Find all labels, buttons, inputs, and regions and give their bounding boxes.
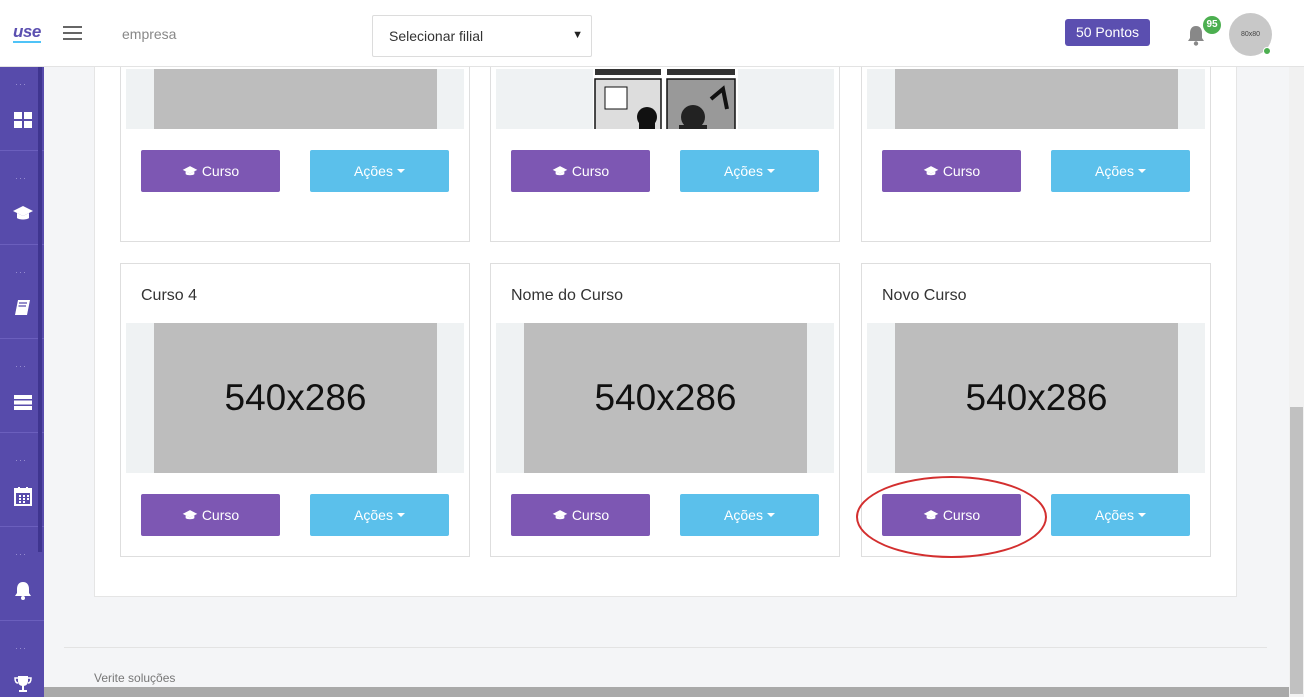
course-button-label: Curso bbox=[571, 507, 610, 523]
app-logo[interactable]: use bbox=[13, 22, 41, 43]
course-button-label: Curso bbox=[201, 507, 240, 523]
sidebar-separator-dots: ··· bbox=[15, 79, 27, 89]
sidebar-scrollbar[interactable] bbox=[38, 67, 42, 552]
company-name: empresa bbox=[122, 26, 177, 42]
dashboard-icon[interactable] bbox=[12, 109, 34, 131]
course-title: Nome do Curso bbox=[511, 287, 624, 304]
graduation-cap-icon bbox=[923, 496, 939, 538]
actions-dropdown-button[interactable]: Ações bbox=[1051, 494, 1190, 536]
course-image: 540x286 bbox=[126, 323, 464, 473]
course-card: Nome do Curso 540x286 Curso Ações bbox=[490, 263, 840, 557]
book-icon[interactable] bbox=[12, 297, 34, 319]
branch-select-value: Selecionar filial bbox=[389, 28, 484, 44]
caret-down-icon bbox=[396, 513, 405, 517]
actions-dropdown-button[interactable]: Ações bbox=[680, 494, 819, 536]
footer-text: Verite soluções bbox=[94, 671, 176, 685]
bell-icon[interactable] bbox=[12, 579, 34, 601]
course-title: Curso 4 bbox=[141, 287, 198, 304]
course-button[interactable]: Curso bbox=[511, 494, 650, 536]
graduation-cap-icon bbox=[182, 496, 198, 538]
actions-button-label: Ações bbox=[354, 507, 393, 523]
caret-down-icon bbox=[766, 169, 775, 173]
sidebar-divider bbox=[0, 620, 44, 621]
course-card: Novo Curso 540x286 Curso Ações bbox=[861, 263, 1211, 557]
sidebar-separator-dots: ··· bbox=[15, 173, 27, 183]
logo-text: use bbox=[13, 22, 41, 43]
actions-dropdown-button[interactable]: Ações bbox=[680, 150, 819, 192]
chevron-down-icon: ▼ bbox=[572, 29, 583, 41]
course-image: 540x286 bbox=[496, 323, 834, 473]
horizontal-scrollbar[interactable] bbox=[44, 687, 1289, 697]
course-button[interactable]: Curso bbox=[141, 494, 280, 536]
graduation-cap-icon bbox=[552, 496, 568, 538]
sidebar-separator-dots: ··· bbox=[15, 643, 27, 653]
sidebar-separator-dots: ··· bbox=[15, 455, 27, 465]
course-card: Curso 4 540x286 Curso Ações bbox=[120, 263, 470, 557]
course-image bbox=[496, 69, 834, 129]
comic-image bbox=[593, 69, 738, 129]
course-button-label: Curso bbox=[571, 163, 610, 179]
sidebar-separator-dots: ··· bbox=[15, 267, 27, 277]
course-image: 540x286 bbox=[867, 69, 1205, 129]
footer-divider bbox=[64, 647, 1267, 648]
actions-button-label: Ações bbox=[354, 163, 393, 179]
calendar-icon[interactable] bbox=[12, 485, 34, 507]
actions-dropdown-button[interactable]: Ações bbox=[310, 494, 449, 536]
course-button-label: Curso bbox=[942, 163, 981, 179]
image-placeholder: 540x286 bbox=[895, 69, 1178, 129]
actions-dropdown-button[interactable]: Ações bbox=[1051, 150, 1190, 192]
course-title: Novo Curso bbox=[882, 287, 967, 304]
caret-down-icon bbox=[766, 513, 775, 517]
actions-button-label: Ações bbox=[1095, 507, 1134, 523]
actions-dropdown-button[interactable]: Ações bbox=[310, 150, 449, 192]
image-placeholder: 540x286 bbox=[895, 323, 1178, 473]
course-image: 540x286 bbox=[126, 69, 464, 129]
online-status-dot bbox=[1263, 47, 1271, 55]
image-placeholder: 540x286 bbox=[524, 323, 807, 473]
top-bar: use empresa Selecionar filial ▼ 50 Ponto… bbox=[0, 0, 1304, 67]
course-image: 540x286 bbox=[867, 323, 1205, 473]
image-placeholder: 540x286 bbox=[154, 69, 437, 129]
list-icon[interactable] bbox=[12, 391, 34, 413]
trophy-icon[interactable] bbox=[12, 673, 34, 695]
sidebar-separator-dots: ··· bbox=[15, 549, 27, 559]
actions-button-label: Ações bbox=[724, 507, 763, 523]
course-button-label: Curso bbox=[201, 163, 240, 179]
points-badge[interactable]: 50 Pontos bbox=[1065, 19, 1150, 46]
caret-down-icon bbox=[396, 169, 405, 173]
graduation-cap-icon bbox=[552, 152, 568, 194]
hamburger-menu-icon[interactable] bbox=[63, 26, 82, 40]
courses-panel: 540x286 Curso Ações Curs bbox=[94, 21, 1237, 597]
course-button[interactable]: Curso bbox=[141, 150, 280, 192]
vertical-scrollbar-thumb[interactable] bbox=[1290, 407, 1303, 694]
course-button[interactable]: Curso bbox=[882, 494, 1021, 536]
sidebar-separator-dots: ··· bbox=[15, 361, 27, 371]
course-button[interactable]: Curso bbox=[882, 150, 1021, 192]
notification-count-badge: 95 bbox=[1203, 16, 1221, 34]
caret-down-icon bbox=[1137, 513, 1146, 517]
branch-select[interactable]: Selecionar filial ▼ bbox=[372, 15, 592, 57]
course-button-label: Curso bbox=[942, 507, 981, 523]
graduation-cap-icon bbox=[923, 152, 939, 194]
actions-button-label: Ações bbox=[1095, 163, 1134, 179]
graduation-cap-icon bbox=[182, 152, 198, 194]
course-button[interactable]: Curso bbox=[511, 150, 650, 192]
actions-button-label: Ações bbox=[724, 163, 763, 179]
graduation-cap-icon[interactable] bbox=[12, 203, 34, 225]
caret-down-icon bbox=[1137, 169, 1146, 173]
image-placeholder: 540x286 bbox=[154, 323, 437, 473]
